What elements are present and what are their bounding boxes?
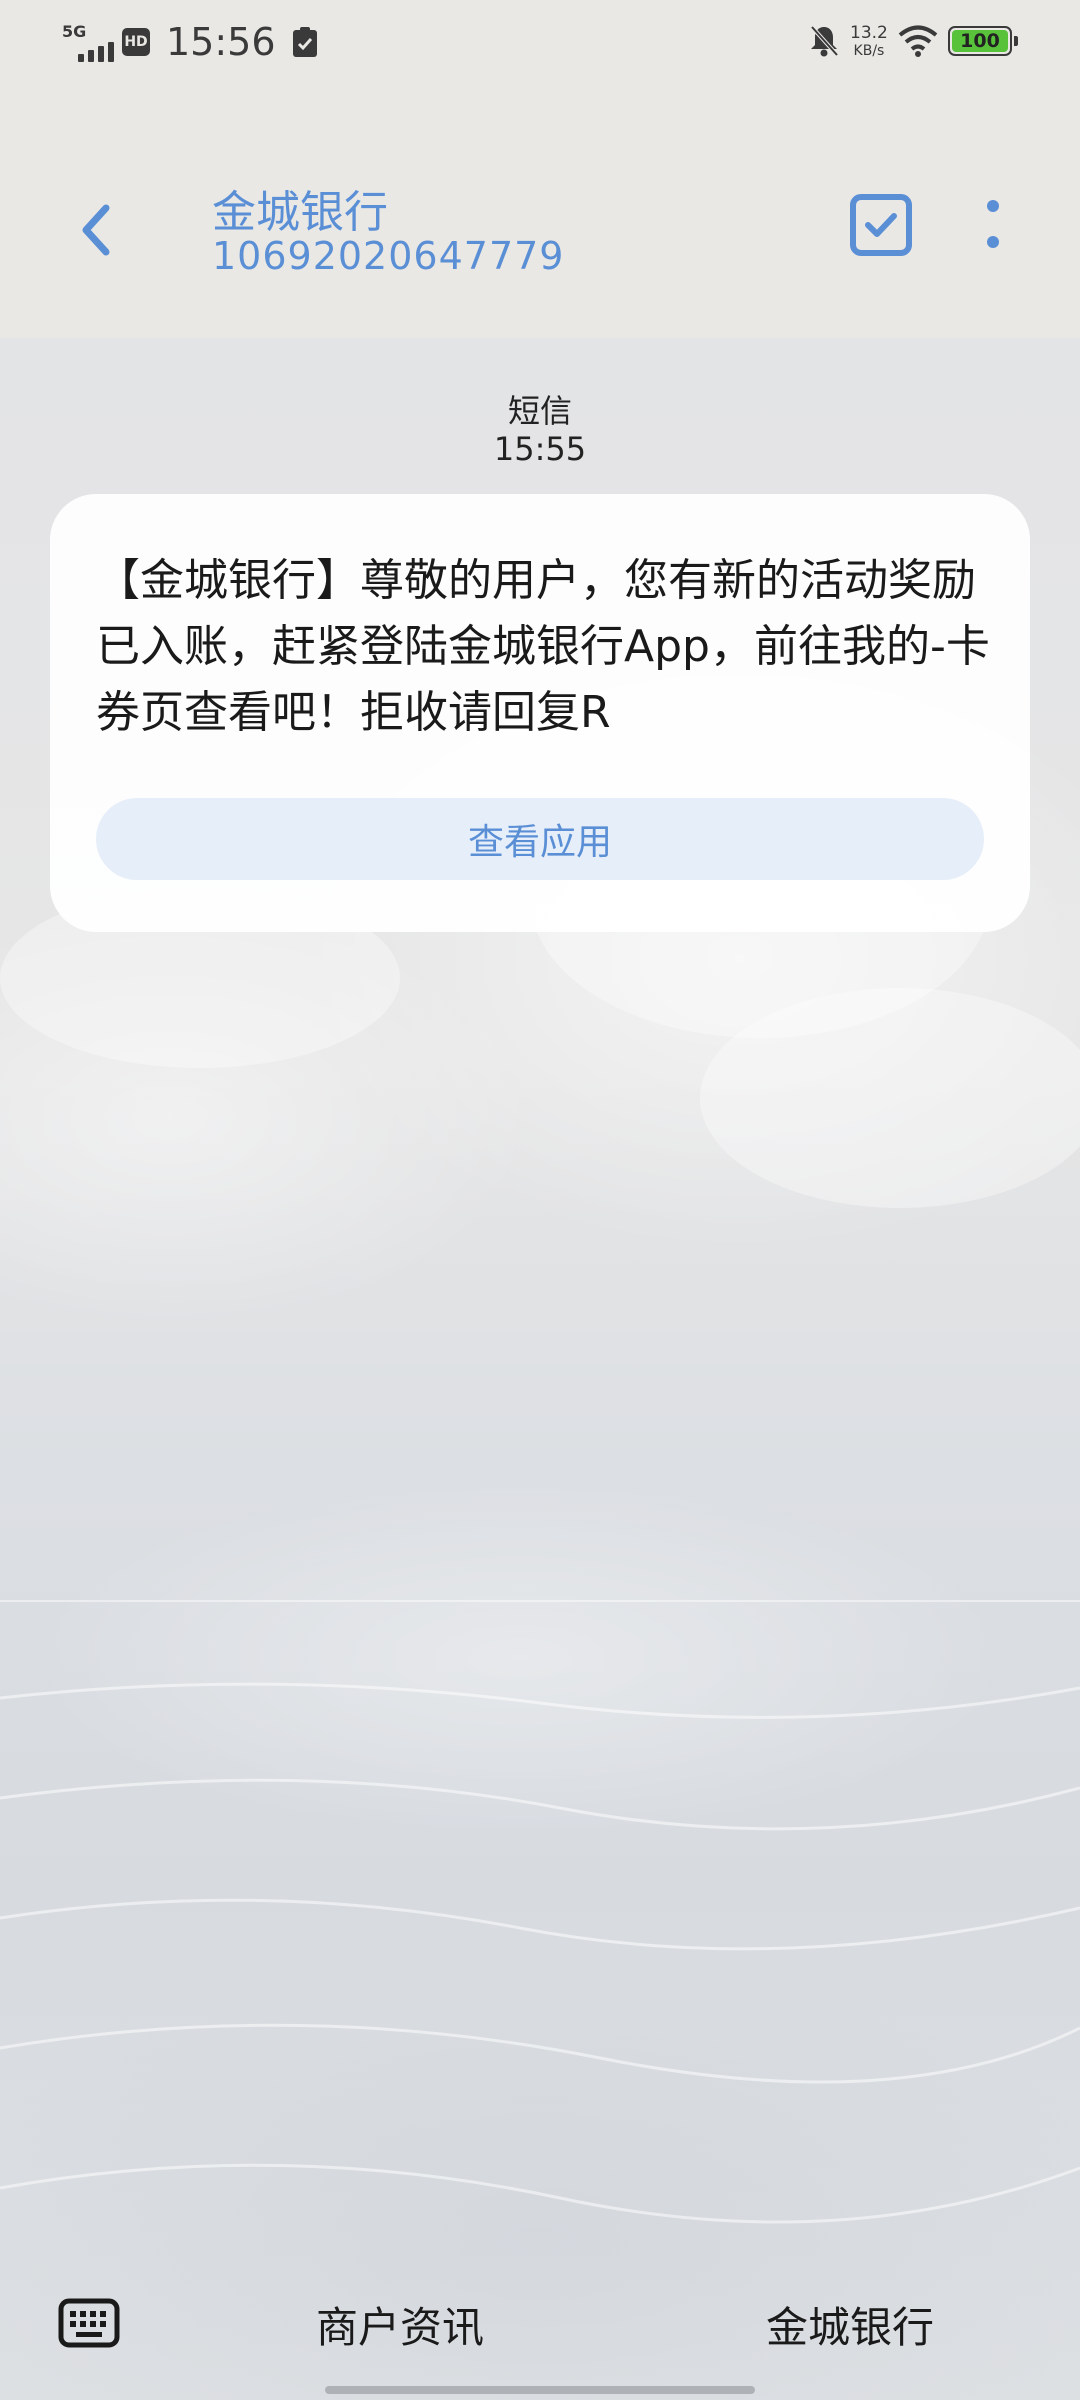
- conversation-header: 金城银行 10692020647779: [0, 84, 1080, 338]
- menu-bank[interactable]: 金城银行: [766, 2294, 934, 2355]
- select-icon: [850, 194, 912, 256]
- battery-icon: 100: [948, 26, 1018, 56]
- contact-name: 金城银行: [212, 187, 388, 238]
- home-indicator[interactable]: [325, 2386, 755, 2394]
- back-button[interactable]: [70, 190, 130, 270]
- message-channel-label: 短信: [507, 392, 572, 430]
- back-icon: [82, 204, 110, 256]
- keyboard-icon: [58, 2298, 120, 2348]
- view-app-button[interactable]: 查看应用: [96, 798, 984, 880]
- hd-icon: HD: [122, 28, 150, 56]
- status-time: 15:56: [166, 20, 276, 64]
- clipboard-check-icon: [292, 26, 318, 62]
- select-messages-button[interactable]: [848, 192, 914, 258]
- net-speed-unit: KB/s: [853, 43, 885, 59]
- bell-off-icon: [808, 24, 840, 62]
- horizon-line: [0, 1600, 1080, 1602]
- net-speed: 13.2 KB/s: [850, 24, 888, 60]
- message-text: 【金城银行】尊敬的用户，您有新的活动奖励已入账，赶紧登陆金城银行App，前往我的…: [96, 555, 990, 738]
- more-icon: [987, 200, 999, 248]
- keyboard-toggle-button[interactable]: [58, 2298, 120, 2352]
- contact-number: 10692020647779: [212, 234, 565, 278]
- status-bar: 5G HD 15:56 13.2 KB/s 100: [0, 0, 1080, 84]
- menu-merchant-news[interactable]: 商户资讯: [316, 2294, 484, 2355]
- bottom-menu-bar: 商户资讯 金城银行: [0, 2270, 1080, 2400]
- message-timestamp: 15:55: [493, 430, 587, 468]
- net-speed-value: 13.2: [850, 23, 888, 43]
- more-options-button[interactable]: [970, 192, 1016, 262]
- battery-level: 100: [952, 30, 1008, 52]
- wifi-icon: [898, 24, 938, 62]
- message-bubble[interactable]: 【金城银行】尊敬的用户，您有新的活动奖励已入账，赶紧登陆金城银行App，前往我的…: [50, 494, 1030, 932]
